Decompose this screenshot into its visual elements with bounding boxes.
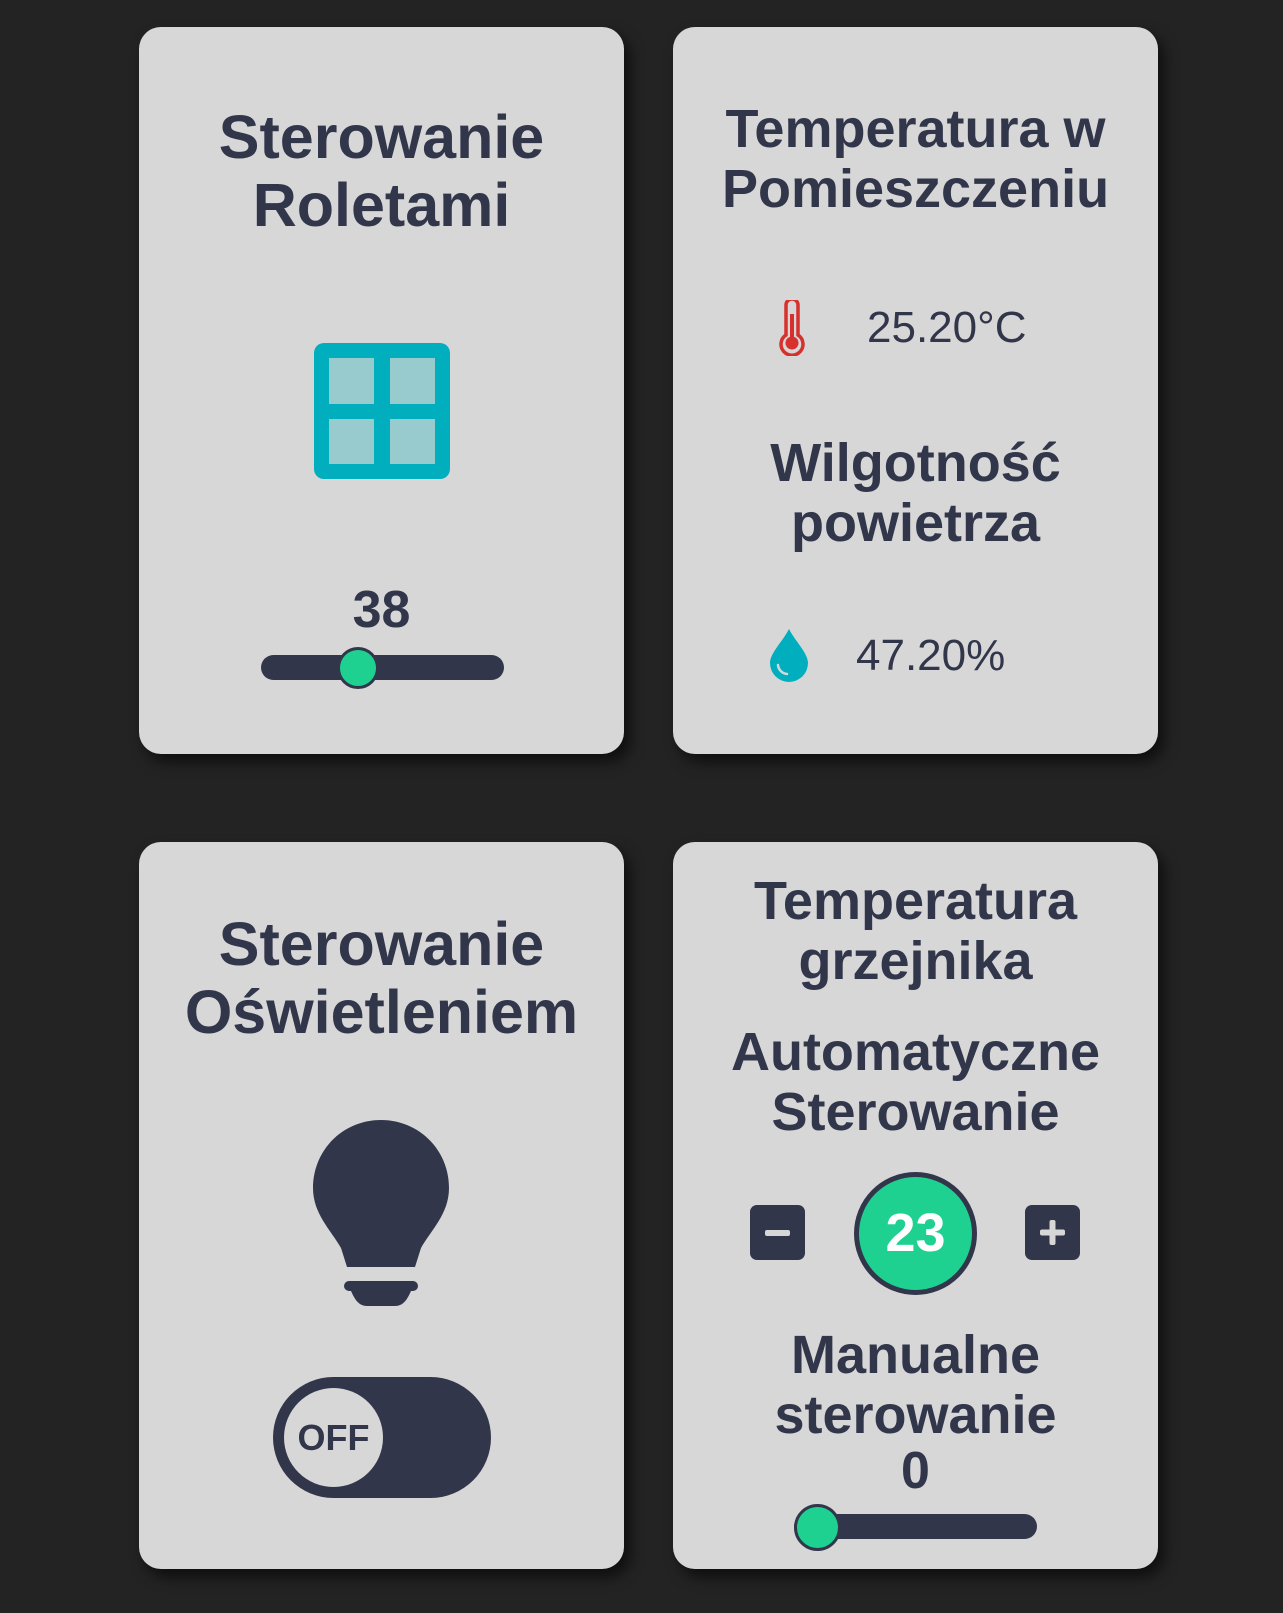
blinds-slider-thumb[interactable]: [337, 647, 380, 689]
auto-control-title: Automatyczne Sterowanie: [730, 1022, 1101, 1142]
lighting-toggle[interactable]: OFF: [273, 1377, 491, 1498]
temperature-value: 25.20°C: [867, 303, 1027, 352]
blinds-title: Sterowanie Roletami: [218, 103, 545, 239]
manual-slider-thumb[interactable]: [794, 1504, 841, 1551]
decrease-button[interactable]: [750, 1205, 805, 1260]
temperature-title: Temperatura w Pomieszczeniu: [721, 99, 1110, 219]
lightbulb-icon: [313, 1120, 449, 1306]
humidity-value: 47.20%: [856, 631, 1006, 680]
humidity-title: Wilgotność powietrza: [770, 433, 1061, 553]
heater-card: Temperatura grzejnika Automatyczne Stero…: [673, 842, 1158, 1569]
lighting-title: Sterowanie Oświetleniem: [184, 910, 579, 1046]
water-drop-icon: [770, 629, 808, 682]
increase-button[interactable]: [1025, 1205, 1080, 1260]
manual-value: 0: [901, 1442, 930, 1500]
manual-control-title: Manualne sterowanie: [774, 1325, 1057, 1445]
setpoint-display: 23: [854, 1172, 977, 1295]
climate-card: Temperatura w Pomieszczeniu 25.20°C Wilg…: [673, 27, 1158, 754]
lighting-card: Sterowanie Oświetleniem OFF: [139, 842, 624, 1569]
toggle-knob: OFF: [284, 1388, 383, 1487]
blinds-slider-track[interactable]: [261, 655, 504, 680]
heater-title: Temperatura grzejnika: [753, 871, 1078, 991]
blinds-value: 38: [352, 581, 411, 639]
plus-icon: [1040, 1220, 1065, 1245]
blinds-card: Sterowanie Roletami 38: [139, 27, 624, 754]
window-icon: [314, 343, 450, 479]
thermometer-icon: [779, 300, 805, 356]
blinds-slider[interactable]: [261, 644, 504, 692]
minus-icon: [765, 1230, 790, 1236]
manual-slider[interactable]: [794, 1501, 1037, 1551]
